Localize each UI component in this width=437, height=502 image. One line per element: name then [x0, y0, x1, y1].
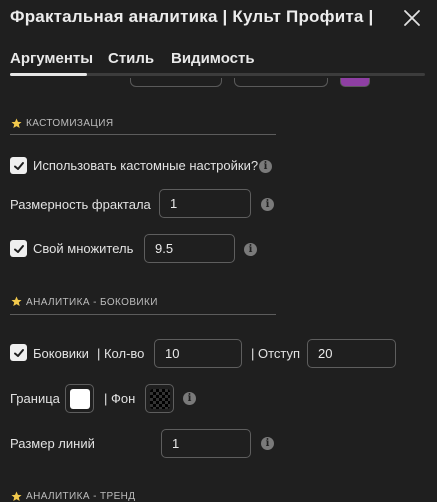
dialog-title: Фрактальная аналитика | Культ Профита |	[10, 7, 374, 26]
scrolled-input-field[interactable]	[234, 78, 328, 87]
own-multiplier-checkbox[interactable]	[10, 240, 27, 257]
white-color-preview	[69, 388, 90, 409]
scrolled-input-field[interactable]	[130, 78, 222, 87]
star-icon	[11, 491, 22, 501]
sideways-count-input[interactable]	[154, 339, 242, 368]
fractal-dimension-label: Размерность фрактала	[10, 197, 151, 212]
section-title-customization: КАСТОМИЗАЦИЯ	[26, 118, 114, 129]
check-icon	[13, 161, 24, 170]
section-divider	[10, 314, 276, 315]
sideways-checkbox[interactable]	[10, 344, 27, 361]
sideways-offset-label: | Отступ	[251, 346, 301, 361]
own-multiplier-input[interactable]	[144, 234, 235, 263]
info-icon[interactable]: i	[261, 437, 274, 450]
tab-visibility[interactable]: Видимость	[171, 50, 255, 67]
own-multiplier-label: Свой множитель	[33, 241, 134, 256]
section-divider	[10, 134, 276, 135]
sideways-label: Боковики	[33, 346, 89, 361]
fill-color-label: | Фон	[104, 391, 136, 406]
line-size-label: Размер линий	[10, 436, 95, 451]
info-icon[interactable]: i	[259, 160, 272, 173]
tab-style[interactable]: Стиль	[108, 50, 154, 67]
use-custom-checkbox[interactable]	[10, 157, 27, 174]
star-icon	[11, 296, 22, 306]
close-icon[interactable]	[402, 8, 422, 28]
scrolled-color-swatch[interactable]	[340, 78, 370, 87]
section-title-trend: АНАЛИТИКА - ТРЕНД	[26, 491, 136, 502]
info-icon[interactable]: i	[261, 198, 274, 211]
use-custom-label: Использовать кастомные настройки?	[33, 158, 259, 173]
transparent-color-preview	[149, 388, 170, 409]
check-icon	[13, 244, 24, 253]
section-title-sideways: АНАЛИТИКА - БОКОВИКИ	[26, 297, 158, 308]
sideways-offset-input[interactable]	[307, 339, 396, 368]
info-icon[interactable]: i	[183, 392, 196, 405]
sideways-count-label: | Кол-во	[97, 346, 145, 361]
border-color-label: Граница	[10, 391, 60, 406]
fractal-dimension-input[interactable]	[159, 189, 251, 218]
info-icon[interactable]: i	[244, 243, 257, 256]
star-icon	[11, 118, 22, 128]
tab-active-indicator	[10, 73, 87, 76]
border-color-swatch[interactable]	[65, 384, 94, 413]
tab-arguments[interactable]: Аргументы	[10, 50, 93, 67]
check-icon	[13, 348, 24, 357]
fill-color-swatch[interactable]	[145, 384, 174, 413]
line-size-input[interactable]	[161, 429, 251, 458]
